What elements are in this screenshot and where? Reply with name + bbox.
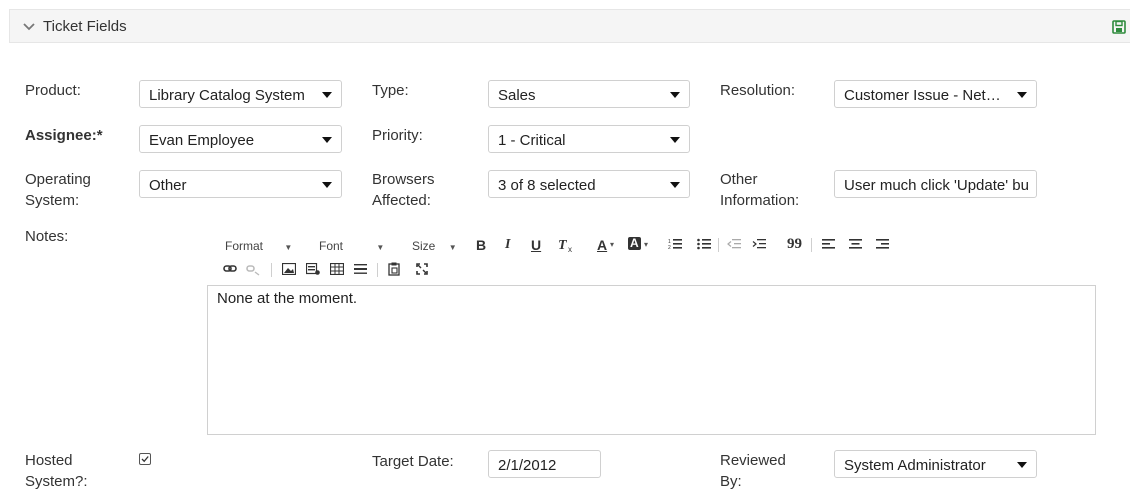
font-label: Font (319, 239, 344, 253)
caret-icon: ▾ (610, 240, 615, 249)
size-label: Size (412, 239, 436, 253)
notes-text: None at the moment. (217, 290, 358, 307)
chevron-down-icon[interactable] (22, 20, 36, 34)
checkmark-icon (141, 456, 149, 463)
reviewed-by-label: Reviewed By: (720, 450, 786, 492)
table-icon[interactable] (330, 263, 344, 275)
svg-text:2: 2 (668, 245, 671, 250)
resolution-label: Resolution: (720, 82, 796, 99)
maximize-icon[interactable] (416, 263, 428, 275)
indent-icon[interactable] (752, 238, 766, 250)
assignee-select[interactable]: Evan Employee (139, 125, 342, 153)
chevron-down-icon (322, 92, 332, 98)
chevron-down-icon (670, 137, 680, 143)
label-line: Operating (25, 171, 91, 188)
label-line: Hosted (25, 452, 73, 469)
toolbar-separator (377, 263, 378, 277)
panel-header[interactable]: Ticket Fields (9, 9, 1130, 43)
resolution-value: Customer Issue - Net… (844, 87, 1001, 104)
assignee-value: Evan Employee (149, 132, 255, 149)
bg-color-label: A (630, 236, 639, 250)
outdent-icon[interactable] (727, 238, 741, 250)
type-value: Sales (498, 87, 536, 104)
caret-icon: ▼ (448, 243, 457, 252)
horizontal-rule-icon[interactable] (354, 263, 367, 275)
toolbar-separator (271, 263, 272, 277)
target-date-value: 2/1/2012 (498, 457, 557, 474)
type-select[interactable]: Sales (488, 80, 690, 108)
save-icon[interactable] (1112, 20, 1126, 34)
label-line: Affected: (372, 192, 431, 209)
assignee-label: Assignee:* (25, 127, 103, 144)
toolbar-separator (811, 238, 812, 252)
unlink-icon[interactable] (246, 264, 260, 276)
operating-system-select[interactable]: Other (139, 170, 342, 198)
align-center-icon[interactable] (849, 238, 862, 250)
priority-label: Priority: (372, 127, 423, 144)
label-line: Reviewed (720, 452, 786, 469)
bold-button[interactable]: B (476, 238, 486, 252)
caret-icon: ▾ (644, 240, 649, 249)
label-line: By: (720, 473, 742, 490)
blockquote-button[interactable]: 99 (787, 237, 802, 252)
notes-label: Notes: (25, 228, 69, 245)
notes-editor[interactable]: None at the moment. (207, 285, 1096, 435)
caret-icon: ▼ (376, 243, 385, 252)
product-select[interactable]: Library Catalog System (139, 80, 342, 108)
chevron-down-icon (1017, 462, 1027, 468)
other-info-value: User much click 'Update' bu (844, 177, 1029, 194)
label-line: System: (25, 192, 80, 209)
label-line: Other (720, 171, 758, 188)
link-icon[interactable] (223, 264, 237, 274)
target-date-label: Target Date: (372, 453, 454, 470)
operating-system-label: Operating System: (25, 169, 91, 211)
image-icon[interactable] (282, 263, 296, 275)
chevron-down-icon (670, 182, 680, 188)
chevron-down-icon (322, 182, 332, 188)
target-date-input[interactable]: 2/1/2012 (488, 450, 601, 478)
browsers-label: Browsers Affected: (372, 169, 435, 211)
toolbar-separator (718, 238, 719, 252)
caret-icon: ▼ (284, 243, 293, 252)
priority-select[interactable]: 1 - Critical (488, 125, 690, 153)
size-dropdown[interactable]: Size ▼ (412, 239, 457, 253)
product-label: Product: (25, 82, 81, 99)
flash-embed-icon[interactable] (306, 263, 320, 275)
reviewed-by-value: System Administrator (844, 457, 986, 474)
align-left-icon[interactable] (822, 238, 835, 250)
product-value: Library Catalog System (149, 87, 305, 104)
bg-color-button[interactable]: A (628, 236, 641, 250)
italic-button[interactable]: I (505, 238, 510, 252)
font-dropdown[interactable]: Font ▼ (319, 239, 384, 253)
text-color-button[interactable]: A (597, 238, 607, 252)
chevron-down-icon (322, 137, 332, 143)
chevron-down-icon (1017, 92, 1027, 98)
hosted-system-label: Hosted System?: (25, 450, 88, 492)
other-info-input[interactable]: User much click 'Update' bu (834, 170, 1037, 198)
underline-button[interactable]: U (531, 238, 541, 252)
label-line: System?: (25, 473, 88, 490)
format-dropdown[interactable]: Format ▼ (225, 239, 292, 253)
type-label: Type: (372, 82, 409, 99)
label-line: Information: (720, 192, 800, 209)
svg-text:x: x (568, 245, 572, 253)
paste-icon[interactable] (388, 262, 400, 276)
chevron-down-icon (670, 92, 680, 98)
bulleted-list-icon[interactable] (697, 238, 711, 250)
priority-value: 1 - Critical (498, 132, 566, 149)
format-label: Format (225, 239, 264, 253)
svg-text:T: T (558, 238, 568, 253)
resolution-select[interactable]: Customer Issue - Net… (834, 80, 1037, 108)
reviewed-by-select[interactable]: System Administrator (834, 450, 1037, 478)
remove-format-icon[interactable]: T x (557, 237, 575, 253)
label-line: Browsers (372, 171, 435, 188)
align-right-icon[interactable] (876, 238, 889, 250)
numbered-list-icon[interactable]: 1 2 (668, 238, 682, 250)
browsers-value: 3 of 8 selected (498, 177, 596, 194)
hosted-system-checkbox[interactable] (139, 453, 151, 465)
other-info-label: Other Information: (720, 169, 799, 211)
operating-system-value: Other (149, 177, 187, 194)
browsers-select[interactable]: 3 of 8 selected (488, 170, 690, 198)
panel-title: Ticket Fields (43, 18, 127, 35)
